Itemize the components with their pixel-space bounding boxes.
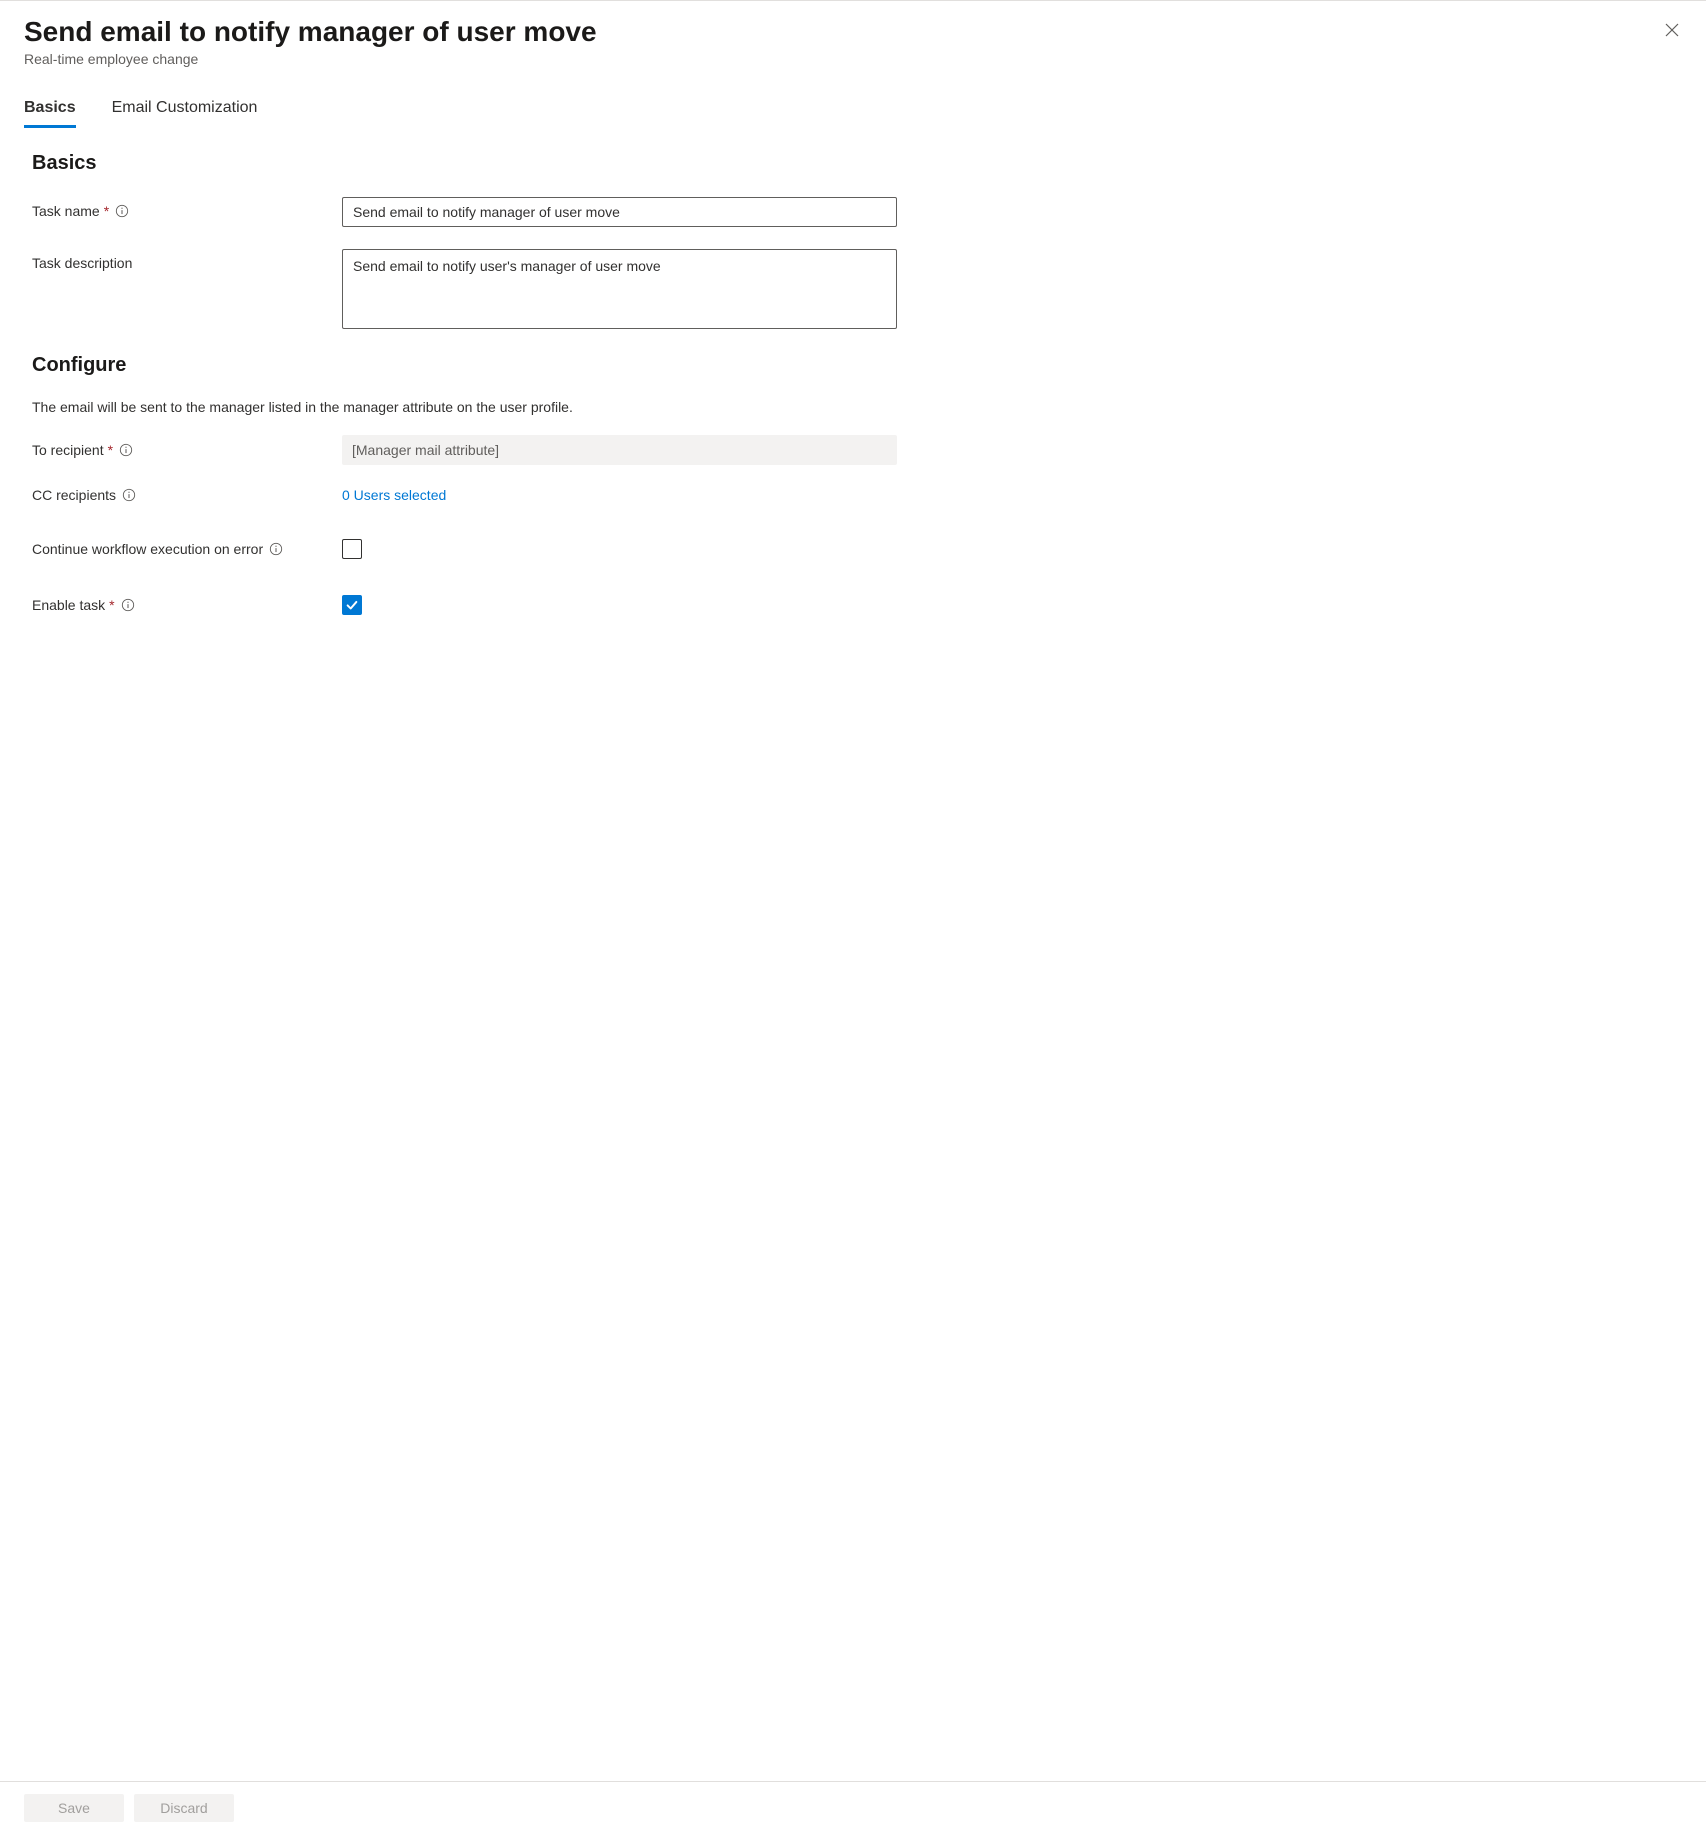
to-recipient-control: [Manager mail attribute]: [342, 435, 897, 465]
task-description-row: Task description: [32, 249, 1674, 332]
cc-recipients-label: CC recipients: [32, 487, 116, 503]
close-icon: [1664, 22, 1680, 41]
continue-on-error-checkbox[interactable]: [342, 539, 362, 559]
required-indicator: *: [104, 203, 109, 219]
panel-content: Basics Task name * Task description: [0, 128, 1706, 1781]
task-name-row: Task name *: [32, 197, 1674, 227]
continue-on-error-label-col: Continue workflow execution on error: [32, 541, 342, 557]
continue-on-error-control: [342, 539, 362, 559]
continue-on-error-row: Continue workflow execution on error: [32, 539, 1674, 559]
configure-help-text: The email will be sent to the manager li…: [32, 399, 1674, 415]
panel-footer: Save Discard: [0, 1781, 1706, 1834]
to-recipient-label: To recipient: [32, 442, 104, 458]
cc-recipients-control: 0 Users selected: [342, 487, 897, 503]
task-description-control: [342, 249, 897, 332]
section-basics-title: Basics: [32, 152, 1674, 175]
required-indicator: *: [109, 597, 114, 613]
continue-on-error-label: Continue workflow execution on error: [32, 541, 263, 557]
info-icon[interactable]: [121, 598, 135, 612]
tab-list: Basics Email Customization: [0, 99, 1706, 128]
cc-recipients-label-col: CC recipients: [32, 487, 342, 503]
task-name-control: [342, 197, 897, 227]
close-button[interactable]: [1660, 19, 1684, 43]
task-name-label: Task name: [32, 203, 100, 219]
task-description-label-col: Task description: [32, 249, 342, 271]
task-name-input[interactable]: [342, 197, 897, 227]
info-icon[interactable]: [119, 443, 133, 457]
panel-subtitle: Real-time employee change: [24, 51, 1682, 67]
task-name-label-col: Task name *: [32, 197, 342, 219]
enable-task-label: Enable task: [32, 597, 105, 613]
info-icon[interactable]: [269, 542, 283, 556]
task-panel: Send email to notify manager of user mov…: [0, 0, 1706, 1834]
section-configure-title: Configure: [32, 354, 1674, 377]
enable-task-row: Enable task *: [32, 595, 1674, 615]
cc-recipients-row: CC recipients 0 Users selected: [32, 487, 1674, 503]
enable-task-control: [342, 595, 362, 615]
info-icon[interactable]: [122, 488, 136, 502]
to-recipient-row: To recipient * [Manager mail attribute]: [32, 435, 1674, 465]
tab-basics[interactable]: Basics: [24, 99, 76, 128]
info-icon[interactable]: [115, 204, 129, 218]
panel-header: Send email to notify manager of user mov…: [0, 1, 1706, 67]
task-description-input[interactable]: [342, 249, 897, 329]
cc-recipients-link[interactable]: 0 Users selected: [342, 487, 446, 503]
panel-title: Send email to notify manager of user mov…: [24, 15, 1682, 49]
required-indicator: *: [108, 442, 113, 458]
configure-section: Configure The email will be sent to the …: [32, 354, 1674, 615]
save-button[interactable]: Save: [24, 1794, 124, 1822]
to-recipient-label-col: To recipient *: [32, 442, 342, 458]
task-description-label: Task description: [32, 255, 132, 271]
to-recipient-value: [Manager mail attribute]: [342, 435, 897, 465]
enable-task-checkbox[interactable]: [342, 595, 362, 615]
discard-button[interactable]: Discard: [134, 1794, 234, 1822]
enable-task-label-col: Enable task *: [32, 597, 342, 613]
tab-email-customization[interactable]: Email Customization: [112, 99, 258, 128]
